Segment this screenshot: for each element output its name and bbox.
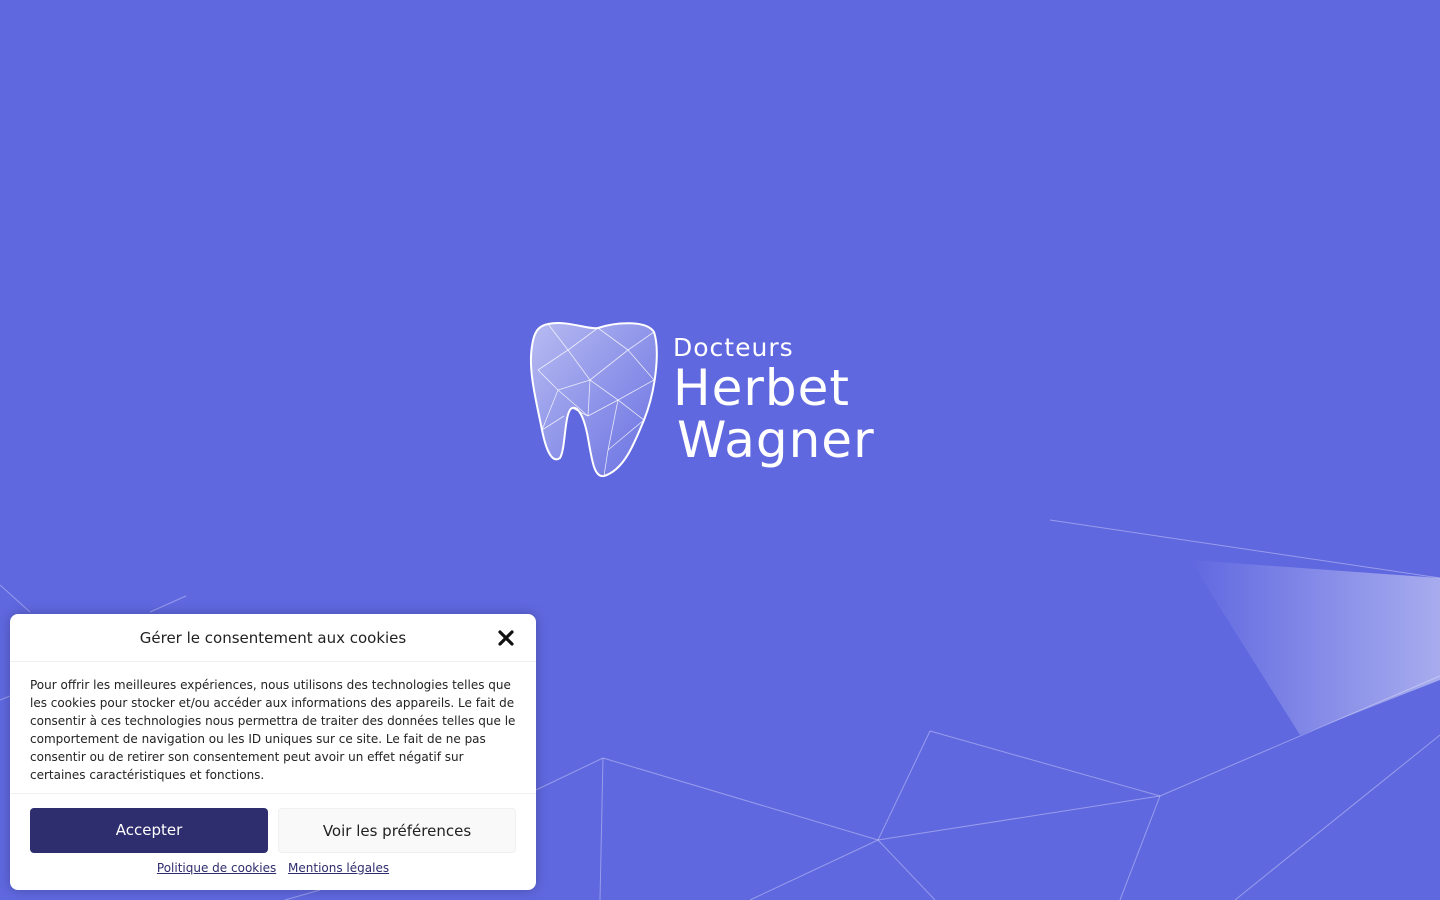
cookie-header: Gérer le consentement aux cookies xyxy=(10,614,536,662)
cookie-title: Gérer le consentement aux cookies xyxy=(139,629,407,647)
brand-text: Docteurs Herbet Wagner xyxy=(673,333,875,469)
legal-notice-link[interactable]: Mentions légales xyxy=(288,861,389,875)
close-icon xyxy=(498,630,514,646)
close-button[interactable] xyxy=(496,628,516,648)
tooth-logo-icon xyxy=(529,322,658,478)
brand-logo[interactable]: Docteurs Herbet Wagner xyxy=(528,320,898,480)
accept-button[interactable]: Accepter xyxy=(30,808,268,853)
cookie-consent-dialog: Gérer le consentement aux cookies Pour o… xyxy=(10,614,536,890)
cookie-links: Politique de cookies Mentions légales xyxy=(10,861,536,875)
cookie-message: Pour offrir les meilleures expériences, … xyxy=(10,662,536,794)
brand-subtitle: Docteurs xyxy=(673,333,794,362)
cookie-policy-link[interactable]: Politique de cookies xyxy=(157,861,276,875)
brand-name-line2: Wagner xyxy=(677,411,875,469)
view-preferences-button[interactable]: Voir les préférences xyxy=(278,808,516,853)
cookie-buttons: Accepter Voir les préférences xyxy=(30,808,516,853)
brand-name-line1: Herbet xyxy=(673,359,851,417)
